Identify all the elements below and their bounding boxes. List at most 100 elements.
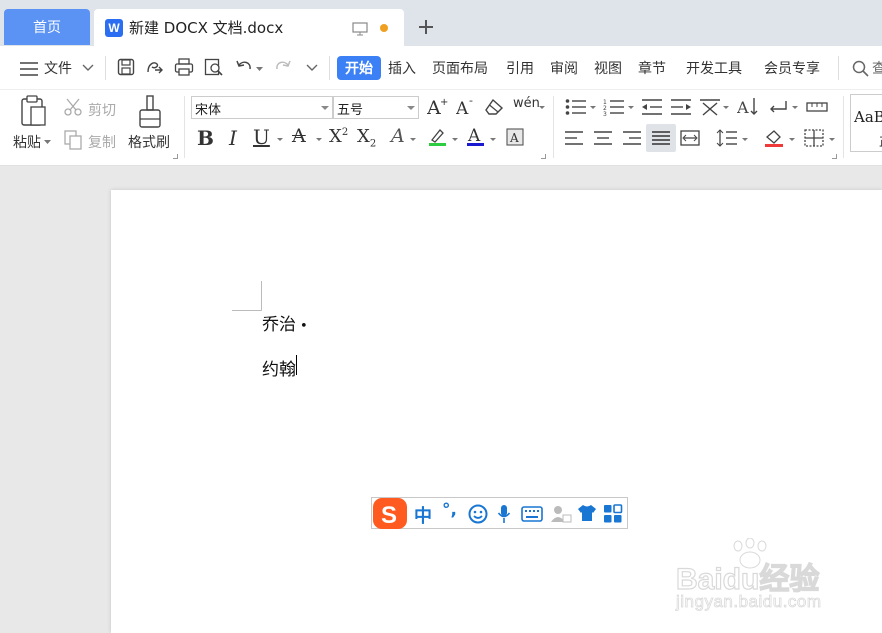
bold-button[interactable]: B bbox=[197, 126, 214, 150]
ribbon-toolbar: 粘贴 剪切 复制 格式刷 宋体 五号 A + A- wén B I U A X2 … bbox=[0, 90, 882, 166]
increase-indent-icon[interactable] bbox=[670, 98, 692, 116]
tab-references[interactable]: 引用 bbox=[506, 58, 534, 78]
tab-insert[interactable]: 插入 bbox=[388, 58, 416, 78]
ime-mode-toggle[interactable]: 中 bbox=[414, 502, 432, 528]
punctuation-toggle[interactable]: °, bbox=[442, 500, 457, 520]
paragraph-1-text: 乔治 bbox=[262, 315, 296, 335]
microphone-icon[interactable] bbox=[497, 504, 511, 524]
cut-button[interactable]: 剪切 bbox=[88, 100, 116, 120]
skin-shirt-icon[interactable] bbox=[577, 504, 597, 522]
align-center-icon[interactable] bbox=[593, 130, 613, 146]
tab-home[interactable]: 首页 bbox=[4, 9, 90, 45]
copy-button[interactable]: 复制 bbox=[88, 132, 116, 152]
add-tab-button[interactable] bbox=[414, 15, 438, 39]
justify-button[interactable] bbox=[646, 124, 676, 152]
search-icon[interactable] bbox=[852, 60, 869, 77]
tab-developer[interactable]: 开发工具 bbox=[686, 58, 742, 78]
style-preview: AaB bbox=[854, 108, 882, 126]
undo-dropdown-icon[interactable] bbox=[256, 67, 263, 72]
copy-icon[interactable] bbox=[64, 130, 82, 150]
search-label[interactable]: 查 bbox=[872, 58, 882, 78]
format-painter-icon[interactable] bbox=[138, 95, 162, 129]
paragraph-line-1[interactable]: 乔治 • bbox=[262, 310, 308, 335]
svg-text:+: + bbox=[440, 97, 448, 108]
grow-font-icon[interactable]: A + bbox=[427, 96, 449, 116]
watermark-url: jingyan.baidu.com bbox=[676, 592, 822, 612]
svg-text:A: A bbox=[509, 131, 519, 145]
font-color-icon[interactable]: A bbox=[466, 126, 486, 148]
tab-member[interactable]: 会员专享 bbox=[764, 58, 820, 78]
tab-view[interactable]: 视图 bbox=[594, 58, 622, 78]
font-size-value: 五号 bbox=[337, 103, 364, 118]
hamburger-menu-icon[interactable] bbox=[20, 62, 38, 76]
keyboard-icon[interactable] bbox=[521, 506, 543, 522]
undo-icon[interactable] bbox=[235, 58, 255, 76]
superscript-button[interactable]: X2 bbox=[329, 126, 348, 147]
clear-format-icon[interactable] bbox=[485, 98, 505, 116]
user-icon[interactable] bbox=[550, 504, 572, 524]
file-menu[interactable]: 文件 bbox=[44, 58, 72, 78]
line-spacing-icon[interactable] bbox=[716, 129, 738, 147]
scissors-icon[interactable] bbox=[63, 98, 83, 116]
ime-toolbar[interactable]: S 中 °, bbox=[371, 497, 628, 529]
align-right-icon[interactable] bbox=[622, 130, 642, 146]
subscript-button[interactable]: X2 bbox=[357, 126, 376, 150]
font-name-select[interactable]: 宋体 bbox=[191, 96, 333, 119]
tab-chapter[interactable]: 章节 bbox=[638, 58, 666, 78]
paragraph-1-mark: • bbox=[300, 319, 308, 334]
unsaved-dot-icon bbox=[380, 24, 388, 32]
decrease-indent-icon[interactable] bbox=[641, 98, 663, 116]
margin-corner-mark bbox=[232, 281, 262, 311]
toolbox-grid-icon[interactable] bbox=[603, 504, 623, 524]
show-marks-icon[interactable] bbox=[768, 98, 788, 116]
paragraph-line-2[interactable]: 约翰 bbox=[262, 355, 296, 380]
output-pdf-icon[interactable] bbox=[145, 58, 165, 76]
italic-button[interactable]: I bbox=[229, 126, 237, 150]
sogou-logo-icon[interactable]: S bbox=[372, 497, 408, 530]
tab-document[interactable]: W 新建 DOCX 文档.docx bbox=[94, 9, 404, 46]
chevron-down-icon[interactable] bbox=[82, 64, 94, 72]
shading-icon[interactable] bbox=[764, 129, 784, 147]
plus-icon bbox=[419, 20, 433, 34]
tab-bar: 首页 W 新建 DOCX 文档.docx bbox=[0, 0, 882, 46]
table-grid-icon[interactable] bbox=[806, 100, 828, 114]
text-effect-button[interactable]: A bbox=[391, 125, 405, 147]
svg-text:-: - bbox=[469, 96, 473, 107]
document-tab-title: 新建 DOCX 文档.docx bbox=[129, 19, 284, 37]
print-preview-icon[interactable] bbox=[204, 58, 224, 76]
text-caret bbox=[296, 355, 297, 375]
format-painter-button[interactable]: 格式刷 bbox=[128, 132, 170, 152]
chinese-layout-icon[interactable] bbox=[699, 98, 721, 116]
strikethrough-button[interactable]: A bbox=[292, 125, 306, 147]
paste-button[interactable]: 粘贴 bbox=[13, 132, 41, 152]
tab-page-layout[interactable]: 页面布局 bbox=[432, 58, 488, 78]
char-shading-icon[interactable]: A bbox=[506, 128, 524, 146]
save-icon[interactable] bbox=[117, 58, 135, 76]
print-icon[interactable] bbox=[174, 58, 194, 76]
redo-icon[interactable] bbox=[272, 58, 292, 76]
svg-text:A: A bbox=[427, 97, 441, 116]
paste-dropdown-icon[interactable] bbox=[44, 140, 51, 145]
distribute-icon[interactable] bbox=[680, 130, 700, 146]
border-icon[interactable] bbox=[804, 129, 824, 147]
highlight-icon[interactable] bbox=[428, 127, 448, 147]
tab-start[interactable]: 开始 bbox=[337, 56, 381, 80]
pinyin-guide-button[interactable]: wén bbox=[513, 96, 540, 111]
numbered-list-icon[interactable]: 123 bbox=[603, 98, 625, 116]
emoji-icon[interactable] bbox=[468, 504, 488, 524]
quick-access-more-icon[interactable] bbox=[306, 64, 318, 72]
tab-review[interactable]: 审阅 bbox=[550, 58, 578, 78]
monitor-icon[interactable] bbox=[352, 22, 368, 36]
svg-text:A: A bbox=[737, 98, 749, 116]
align-left-icon[interactable] bbox=[564, 130, 584, 146]
sort-icon[interactable]: A bbox=[737, 96, 759, 116]
paste-icon[interactable] bbox=[19, 95, 49, 127]
font-size-select[interactable]: 五号 bbox=[333, 96, 419, 119]
style-gallery[interactable]: AaB 正 bbox=[850, 94, 882, 152]
paragraph-2-text: 约翰 bbox=[262, 360, 296, 380]
baidu-watermark: Baidu经验 jingyan.baidu.com bbox=[675, 538, 856, 620]
bullet-list-icon[interactable] bbox=[565, 98, 587, 116]
svg-text:A: A bbox=[456, 99, 469, 116]
underline-button[interactable]: U bbox=[253, 125, 270, 149]
shrink-font-icon[interactable]: A- bbox=[456, 96, 478, 116]
